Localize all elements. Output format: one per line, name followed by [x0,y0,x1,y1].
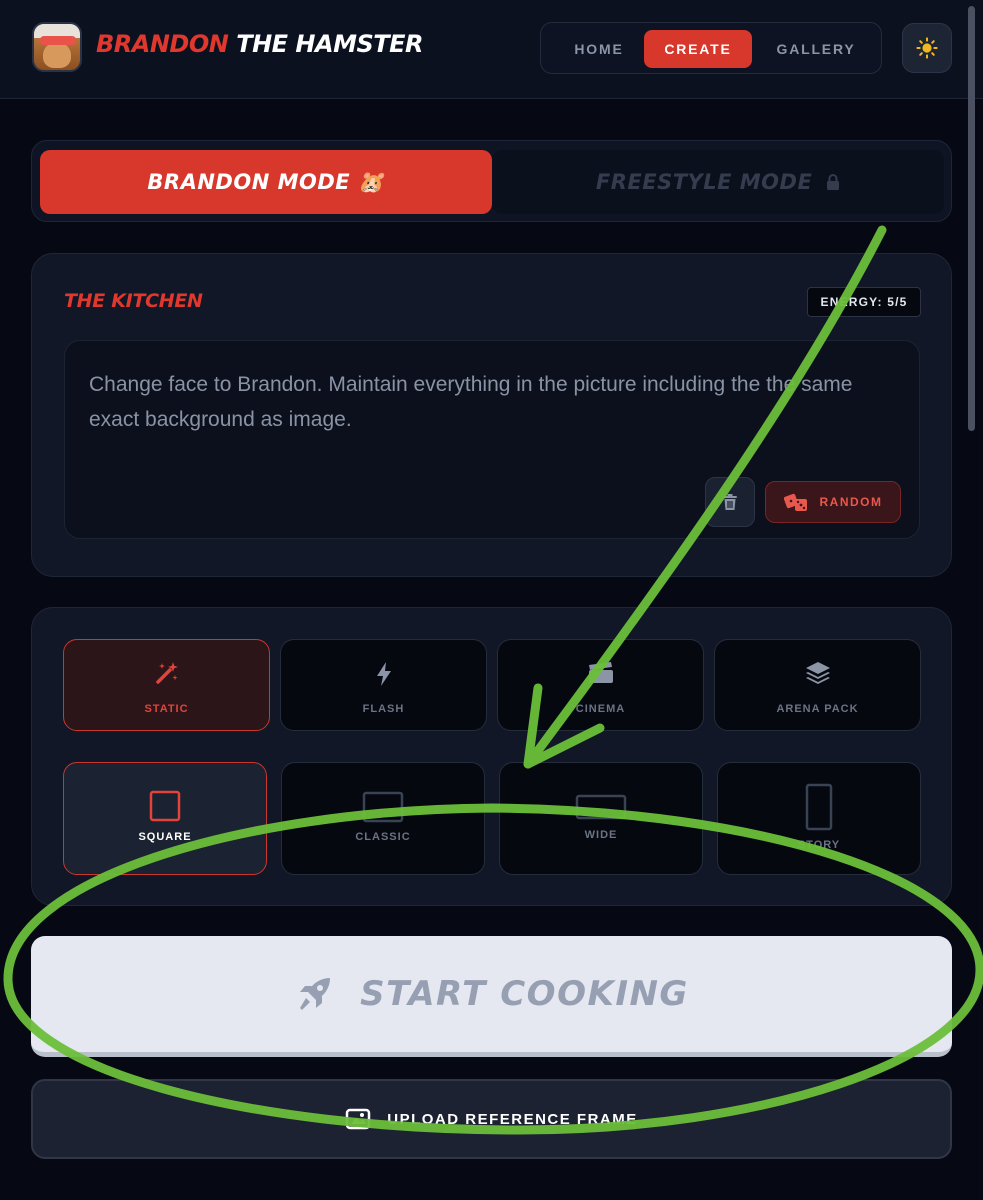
freestyle-mode-button[interactable]: FREESTYLE MODE [492,150,944,214]
aspect-option-square[interactable]: SQUARE [63,762,267,875]
aspect-option-story[interactable]: STORY [717,762,921,875]
start-cooking-button[interactable]: START COOKING [31,936,952,1057]
dice-icon [783,493,807,511]
energy-badge: ENERGY: 5/5 [807,287,921,317]
prompt-textarea[interactable]: Change face to Brandon. Maintain everyth… [64,340,920,539]
random-prompt-button[interactable]: RANDOM [765,481,901,523]
brand-title-part1: BRANDON [96,30,229,58]
mode-option-flash[interactable]: FLASH [280,639,487,731]
options-card: STATIC FLASH CINEMA ARENA PACK SQUARE CL… [31,607,952,906]
lock-icon [827,174,840,190]
kitchen-title: THE KITCHEN [64,290,203,312]
clapperboard-icon [588,662,613,683]
upload-reference-button[interactable]: UPLOAD REFERENCE FRAME [31,1079,952,1159]
start-cooking-label: START COOKING [360,974,689,1014]
mode-option-arena-pack[interactable]: ARENA PACK [714,639,921,731]
kitchen-card: THE KITCHEN ENERGY: 5/5 Change face to B… [31,253,952,577]
brand-title-part2: THE HAMSTER [236,30,423,58]
aspect-option-label: STORY [797,839,841,851]
brand-title[interactable]: BRANDON THE HAMSTER [96,30,423,58]
aspect-option-label: SQUARE [138,831,192,843]
wide-rect-icon [575,794,627,820]
brandon-mode-button[interactable]: BRANDON MODE 🐹 [40,150,492,214]
mode-option-cinema[interactable]: CINEMA [497,639,704,731]
aspect-option-classic[interactable]: CLASSIC [281,762,485,875]
app-header: BRANDON THE HAMSTER HOME CREATE GALLERY [0,0,983,99]
mode-option-static[interactable]: STATIC [63,639,270,731]
clear-prompt-button[interactable] [705,477,755,527]
portrait-rect-icon [805,783,833,831]
classic-rect-icon [362,791,404,823]
aspect-option-label: CLASSIC [355,831,411,843]
mode-option-label: ARENA PACK [776,703,859,715]
nav-home[interactable]: HOME [553,30,645,68]
main-nav: HOME CREATE GALLERY [540,22,882,74]
mode-option-label: CINEMA [575,703,626,715]
freestyle-mode-label: FREESTYLE MODE [595,170,813,194]
trash-icon [723,494,737,510]
aspect-option-label: WIDE [584,829,618,841]
aspect-option-wide[interactable]: WIDE [499,762,703,875]
random-label: RANDOM [819,495,883,509]
upload-reference-label: UPLOAD REFERENCE FRAME [387,1110,638,1128]
mode-option-label: FLASH [362,703,405,715]
nav-create[interactable]: CREATE [644,30,752,68]
image-upload-icon [345,1108,371,1130]
sun-icon [916,37,938,59]
mode-toggle: BRANDON MODE 🐹 FREESTYLE MODE [31,140,952,222]
scrollbar[interactable] [968,6,975,431]
prompt-text: Change face to Brandon. Maintain everyth… [89,373,865,431]
bolt-icon [376,662,391,686]
square-icon [149,790,181,822]
mode-option-label: STATIC [144,703,189,715]
rocket-icon [300,978,331,1010]
layers-icon [805,662,830,684]
nav-gallery[interactable]: GALLERY [763,30,869,68]
hamster-avatar-icon[interactable] [32,22,82,72]
magic-wand-icon [155,662,178,684]
theme-toggle-button[interactable] [902,23,952,73]
